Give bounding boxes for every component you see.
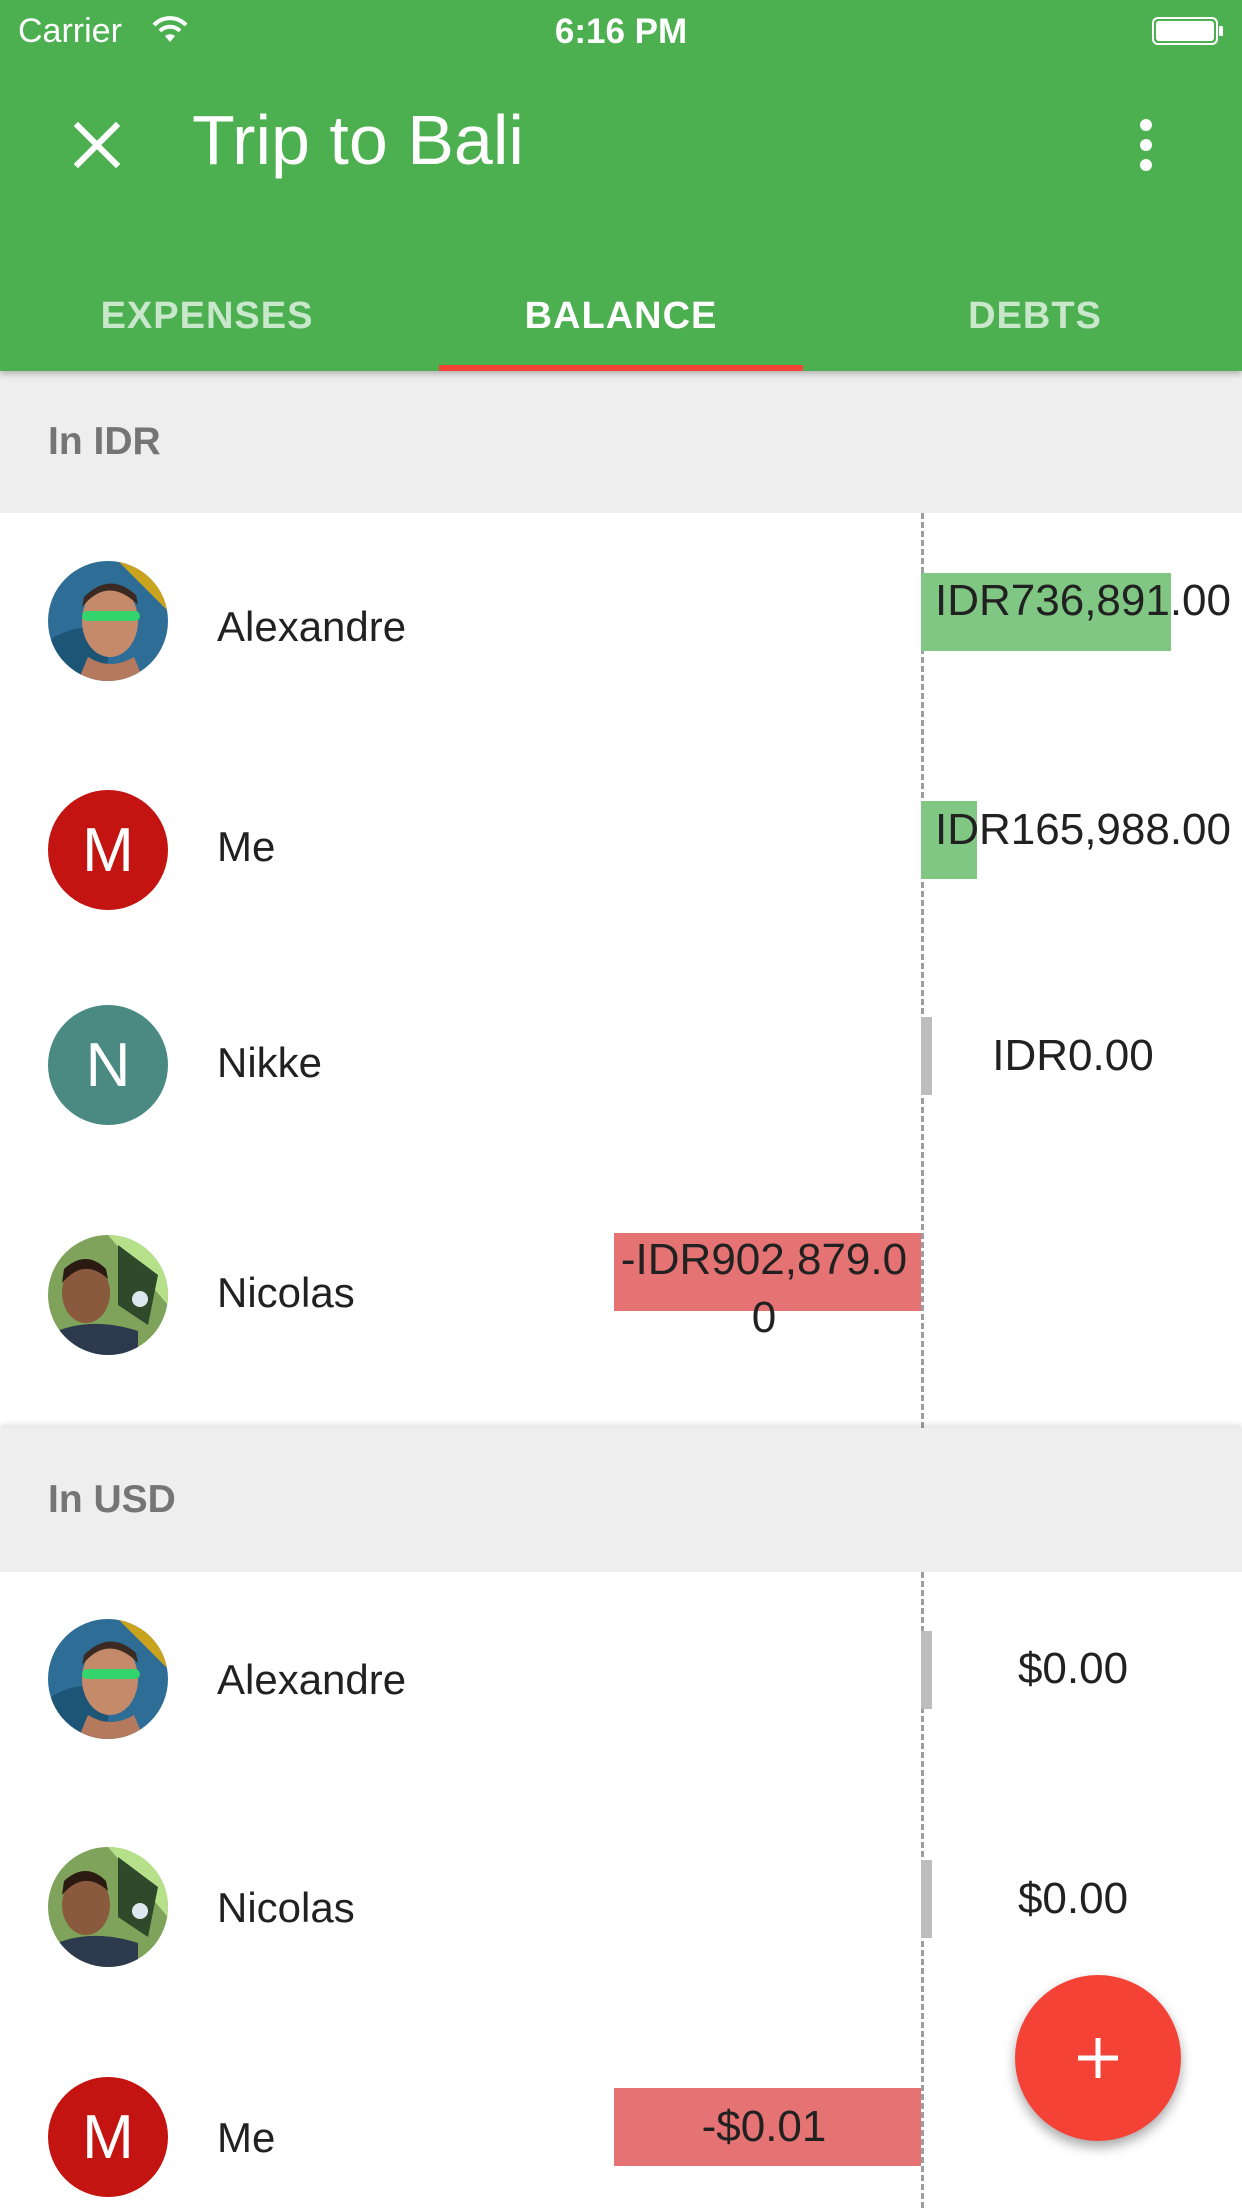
avatar: M	[48, 790, 168, 910]
participant-name: Nicolas	[217, 1884, 355, 1931]
balance-bar-zero	[921, 1017, 932, 1095]
avatar: M	[48, 2077, 168, 2197]
participant-name: Nikke	[217, 1039, 323, 1086]
balance-row[interactable]: Alexandre $0.00	[0, 1572, 1242, 1802]
tab-indicator	[439, 365, 803, 371]
app-bar: Carrier 6:16 PM Trip to Bali EXPENSES BA…	[0, 0, 1242, 371]
avatar	[48, 1847, 168, 1967]
participant-name: Alexandre	[217, 1656, 407, 1703]
balance-amount: IDR736,891.00	[935, 576, 1231, 625]
section-header-idr: In IDR	[0, 371, 1242, 513]
close-icon	[74, 122, 120, 168]
section-header-usd: In USD	[0, 1428, 1242, 1572]
status-bar: Carrier 6:16 PM	[0, 0, 1242, 62]
balance-amount: -IDR902,879.00	[620, 1235, 908, 1342]
status-time: 6:16 PM	[554, 12, 688, 51]
participant-name: Me	[217, 2114, 276, 2161]
tab-debts[interactable]: DEBTS	[828, 262, 1242, 371]
avatar	[48, 1619, 168, 1739]
participant-name: Me	[217, 823, 276, 870]
balance-amount: IDR0.00	[992, 1031, 1154, 1080]
tab-balance[interactable]: BALANCE	[414, 262, 828, 371]
avatar	[48, 1235, 168, 1355]
participant-name: Alexandre	[217, 603, 407, 650]
participant-name: Nicolas	[217, 1269, 355, 1316]
more-vert-icon	[1140, 119, 1152, 171]
balance-bar-zero	[921, 1631, 932, 1709]
add-expense-button[interactable]	[1015, 1975, 1181, 2141]
balance-amount: $0.00	[1017, 1644, 1129, 1693]
balance-amount: -$0.01	[701, 2102, 827, 2151]
balance-row[interactable]: N Nikke IDR0.00	[0, 959, 1242, 1189]
balance-row[interactable]: Alexandre IDR736,891.00	[0, 513, 1242, 743]
balance-row[interactable]: M Me IDR165,988.00	[0, 743, 1242, 973]
page-title: Trip to Bali	[192, 101, 524, 179]
balance-bar-zero	[921, 1860, 932, 1938]
tab-expenses[interactable]: EXPENSES	[0, 262, 414, 371]
add-icon	[1078, 2038, 1118, 2078]
avatar	[48, 561, 168, 681]
balance-row[interactable]: Nicolas -IDR902,879.00	[0, 1189, 1242, 1428]
avatar: N	[48, 1005, 168, 1125]
tab-bar: EXPENSES BALANCE DEBTS	[0, 262, 1242, 371]
battery-icon	[1152, 17, 1223, 45]
balance-amount: IDR165,988.00	[935, 805, 1231, 854]
more-options-button[interactable]	[1118, 110, 1174, 180]
close-button[interactable]	[62, 110, 132, 180]
balance-amount: $0.00	[1017, 1874, 1129, 1923]
